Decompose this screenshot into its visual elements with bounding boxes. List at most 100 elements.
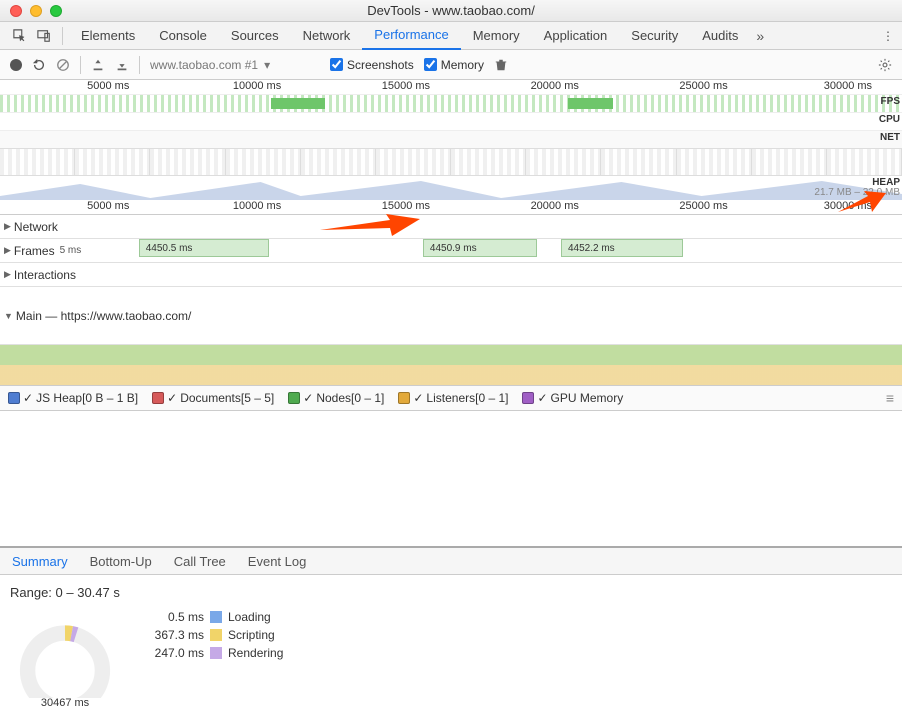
net-label: NET (880, 132, 900, 143)
range-label: Range: 0 – 30.47 s (10, 585, 892, 600)
collect-garbage-icon[interactable] (494, 58, 508, 72)
listeners-counter[interactable]: ✓ Listeners[0 – 1] (398, 391, 508, 405)
separator (139, 56, 140, 74)
frame-block[interactable]: 4450.5 ms (139, 239, 269, 257)
heap-lane: HEAP 21.7 MB – 22.0 MB (0, 176, 902, 200)
annotation-arrow-icon (838, 190, 886, 219)
tick: 10000 ms (233, 80, 281, 92)
legend-value: 247.0 ms (144, 646, 204, 660)
listeners-label: Listeners[0 – 1] (426, 391, 508, 405)
tick: 25000 ms (679, 80, 727, 92)
tab-elements[interactable]: Elements (69, 22, 147, 50)
panel-tabs: Elements Console Sources Network Perform… (0, 22, 902, 50)
chevron-right-icon: ▶ (4, 245, 11, 256)
tab-network[interactable]: Network (291, 22, 363, 50)
memory-checkbox[interactable]: Memory (424, 58, 484, 72)
tab-performance[interactable]: Performance (362, 22, 460, 50)
interactions-track[interactable]: ▶Interactions (0, 263, 902, 287)
legend-swatch (210, 611, 222, 623)
tab-console[interactable]: Console (147, 22, 219, 50)
memory-check-input[interactable] (424, 58, 437, 71)
timeline-ruler-bottom: 5000 ms 10000 ms 15000 ms 20000 ms 25000… (0, 200, 902, 214)
frames-track-body[interactable]: 4450.5 ms 4450.9 ms 4452.2 ms (90, 239, 902, 262)
timeline-overview[interactable]: 5000 ms 10000 ms 15000 ms 20000 ms 25000… (0, 80, 902, 214)
device-toolbar-icon[interactable] (32, 29, 56, 43)
tick: 5000 ms (87, 80, 129, 92)
gpu-label: GPU Memory (551, 391, 624, 405)
chevron-down-icon: ▾ (264, 58, 270, 72)
more-tabs-icon[interactable]: » (756, 28, 764, 44)
tab-call-tree[interactable]: Call Tree (174, 550, 226, 573)
tab-bottom-up[interactable]: Bottom-Up (90, 550, 152, 573)
frame-small-value: 5 ms (60, 245, 82, 256)
main-thread-track[interactable]: ▼Main — https://www.taobao.com/ (0, 287, 902, 345)
main-track-header[interactable]: ▼Main — https://www.taobao.com/ (0, 309, 199, 323)
inspect-element-icon[interactable] (8, 29, 32, 43)
memory-chart-area[interactable] (0, 411, 902, 547)
memory-counters-toolbar: ✓ JS Heap[0 B – 1 B] ✓ Documents[5 – 5] … (0, 385, 902, 411)
tab-audits[interactable]: Audits (690, 22, 750, 50)
gpu-counter[interactable]: ✓ GPU Memory (522, 391, 623, 405)
capture-settings-icon[interactable] (878, 58, 892, 72)
interactions-track-body[interactable] (90, 263, 902, 286)
chevron-right-icon: ▶ (4, 269, 11, 280)
tick: 20000 ms (531, 80, 579, 92)
main-flame-chart[interactable] (0, 345, 902, 385)
interactions-track-header[interactable]: ▶Interactions (0, 268, 90, 282)
screenshots-checkbox[interactable]: Screenshots (330, 58, 414, 72)
nodes-counter[interactable]: ✓ Nodes[0 – 1] (288, 391, 384, 405)
screenshot-strip (0, 148, 902, 176)
reload-record-button[interactable] (32, 58, 46, 72)
details-tabs: Summary Bottom-Up Call Tree Event Log (0, 547, 902, 575)
donut-total-label: 30467 ms (10, 697, 120, 709)
clear-button[interactable] (56, 58, 70, 72)
record-button[interactable] (10, 59, 22, 71)
chevron-right-icon: ▶ (4, 221, 11, 232)
save-profile-icon[interactable] (115, 58, 129, 72)
legend-label: Scripting (228, 628, 275, 642)
recording-label: www.taobao.com #1 (150, 58, 258, 72)
tab-summary[interactable]: Summary (12, 550, 68, 573)
flame-chart-tracks: ▶Network ▶Frames5 ms 4450.5 ms 4450.9 ms… (0, 214, 902, 385)
tab-application[interactable]: Application (532, 22, 620, 50)
timeline-ruler-top: 5000 ms 10000 ms 15000 ms 20000 ms 25000… (0, 80, 902, 94)
frame-block[interactable]: 4452.2 ms (561, 239, 683, 257)
tick: 30000 ms (824, 80, 872, 92)
chevron-down-icon: ▼ (4, 311, 13, 321)
tick: 15000 ms (382, 80, 430, 92)
memory-menu-icon[interactable]: ≡ (886, 390, 894, 406)
frames-track-header[interactable]: ▶Frames5 ms (0, 244, 90, 258)
window-title: DevTools - www.taobao.com/ (0, 3, 902, 18)
legend-value: 0.5 ms (144, 610, 204, 624)
network-track-body[interactable] (90, 215, 902, 238)
network-track-header[interactable]: ▶Network (0, 220, 90, 234)
tick: 25000 ms (679, 200, 727, 212)
nodes-label: Nodes[0 – 1] (316, 391, 384, 405)
tab-memory[interactable]: Memory (461, 22, 532, 50)
load-profile-icon[interactable] (91, 58, 105, 72)
tab-event-log[interactable]: Event Log (248, 550, 307, 573)
summary-donut-chart: 30467 ms (10, 610, 120, 680)
documents-label: Documents[5 – 5] (180, 391, 274, 405)
documents-counter[interactable]: ✓ Documents[5 – 5] (152, 391, 274, 405)
tick: 5000 ms (87, 200, 129, 212)
annotation-arrow-icon (320, 212, 420, 241)
legend-row: 367.3 ms Scripting (144, 628, 283, 642)
frame-block[interactable]: 4450.9 ms (423, 239, 537, 257)
tab-security[interactable]: Security (619, 22, 690, 50)
tick: 15000 ms (382, 200, 430, 212)
tick: 10000 ms (233, 200, 281, 212)
network-track[interactable]: ▶Network (0, 215, 902, 239)
separator (62, 27, 63, 45)
jsheap-counter[interactable]: ✓ JS Heap[0 B – 1 B] (8, 391, 138, 405)
screenshots-check-input[interactable] (330, 58, 343, 71)
recording-selector[interactable]: www.taobao.com #1 ▾ (150, 58, 320, 72)
tab-sources[interactable]: Sources (219, 22, 291, 50)
legend-label: Rendering (228, 646, 283, 660)
jsheap-label: JS Heap[0 B – 1 B] (36, 391, 138, 405)
frames-track[interactable]: ▶Frames5 ms 4450.5 ms 4450.9 ms 4452.2 m… (0, 239, 902, 263)
memory-label: Memory (441, 58, 484, 72)
legend-value: 367.3 ms (144, 628, 204, 642)
kebab-menu-icon[interactable]: ⋮ (882, 29, 894, 43)
tick: 20000 ms (531, 200, 579, 212)
